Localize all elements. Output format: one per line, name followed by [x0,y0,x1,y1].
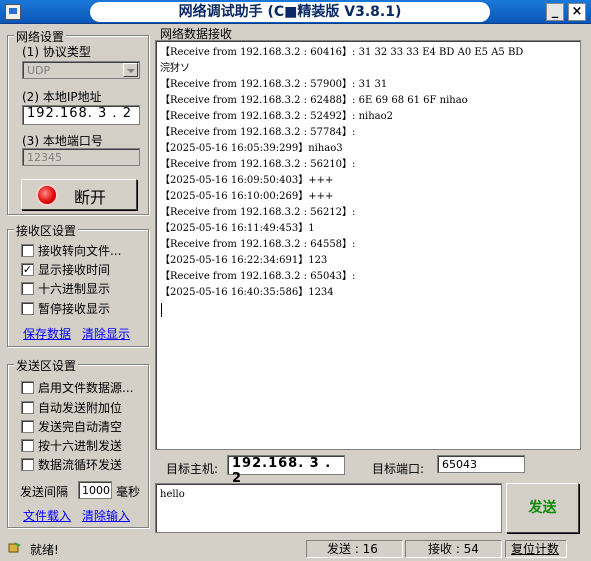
send-text-value: hello [160,489,185,500]
hex-display-checkbox[interactable] [21,282,34,295]
local-ip-input[interactable]: 192.168. 3 . 2 [22,105,140,125]
auto-clear-checkbox[interactable] [21,420,34,433]
receive-line: 【Receive from 192.168.3.2 : 56210】: [160,159,356,170]
protocol-label: (1) 协议类型 [22,45,91,59]
send-textarea[interactable]: hello [155,483,502,533]
receive-line: 【2025-05-16 16:10:00:269】+++ [160,191,334,202]
hex-send-label: 按十六进制发送 [38,439,123,453]
received-count: 接收 : 54 [405,540,502,558]
title-bar: 网络调试助手 (C■精装版 V3.8.1) _ × [0,0,591,24]
receive-line: 【Receive from 192.168.3.2 : 56212】: [160,207,356,218]
target-host-value: 192.168. 3 . 2 [232,456,332,486]
receive-line: 【Receive from 192.168.3.2 : 57784】: [160,127,356,138]
receive-line: 【Receive from 192.168.3.2 : 52492】: niha… [160,111,394,122]
receive-textarea[interactable]: 【Receive from 192.168.3.2 : 60416】: 31 3… [155,40,581,450]
text-caret [161,303,162,317]
show-recv-time-label: 显示接收时间 [38,263,111,277]
protocol-select[interactable]: UDP [22,61,140,79]
local-port-label: (3) 本地端口号 [22,134,103,148]
receive-line: 【Receive from 192.168.3.2 : 57900】: 31 3… [160,79,388,90]
connection-status-icon [38,186,56,204]
receive-lines: 【Receive from 192.168.3.2 : 60416】: 31 3… [156,41,580,301]
disconnect-button[interactable]: 断开 [21,179,137,210]
ready-icon [8,542,21,553]
protocol-value: UDP [27,64,51,77]
local-port-input[interactable]: 12345 [22,148,140,166]
recv-settings-title: 接收区设置 [14,222,79,239]
loop-send-label: 数据流循环发送 [38,458,123,472]
file-source-label: 启用文件数据源... [38,381,134,395]
receive-line: 【Receive from 192.168.3.2 : 60416】: 31 3… [160,47,524,58]
minimize-button[interactable]: _ [546,3,564,21]
receive-line: 【2025-05-16 16:11:49:453】1 [160,223,315,234]
receive-line: 【2025-05-16 16:09:50:403】+++ [160,175,334,186]
hex-display-label: 十六进制显示 [38,282,111,296]
receive-line: 【2025-05-16 16:22:34:691】123 [160,255,328,266]
target-host-input[interactable]: 192.168. 3 . 2 [227,455,345,486]
window-title: 网络调试助手 (C■精装版 V3.8.1) [90,2,490,22]
hex-send-checkbox[interactable] [21,439,34,452]
local-ip-label: (2) 本地IP地址 [22,90,102,104]
clear-input-link[interactable]: 清除输入 [82,507,130,524]
recv-to-file-label: 接收转向文件... [38,244,122,258]
disconnect-label: 断开 [74,188,107,207]
show-recv-time-checkbox[interactable]: ✓ [21,263,34,276]
send-interval-value: 1000 [82,484,110,497]
receive-line: 【Receive from 192.168.3.2 : 65043】: [160,271,356,282]
receive-line: 【Receive from 192.168.3.2 : 62488】: 6E 6… [160,95,468,106]
sent-count: 发送 : 16 [306,540,403,558]
status-bar: 就绪! 发送 : 16 接收 : 54 复位计数 [0,537,591,561]
receive-line: 浣犲ソ [160,63,190,74]
send-interval-label: 发送间隔 [20,485,69,499]
target-host-label: 目标主机: [166,462,219,476]
receive-line: 【2025-05-16 16:05:39:299】nihao3 [160,143,343,154]
save-data-link[interactable]: 保存数据 [23,325,71,342]
pause-recv-checkbox[interactable] [21,302,34,315]
close-button[interactable]: × [568,3,586,21]
send-interval-input[interactable]: 1000 [78,481,112,499]
local-ip-value: 192.168. 3 . 2 [27,106,132,121]
auto-clear-label: 发送完自动清空 [38,420,123,434]
target-port-input[interactable]: 65043 [437,455,525,473]
auto-append-label: 自动发送附加位 [38,401,123,415]
auto-append-checkbox[interactable] [21,401,34,414]
receive-line: 【2025-05-16 16:40:35:586】1234 [160,287,334,298]
local-port-value: 12345 [27,151,62,164]
send-interval-unit: 毫秒 [116,485,141,499]
reset-count-button[interactable]: 复位计数 [505,540,567,558]
load-file-link[interactable]: 文件载入 [23,507,71,524]
loop-send-checkbox[interactable] [21,458,34,471]
receive-line: 【Receive from 192.168.3.2 : 64558】: [160,239,356,250]
recv-to-file-checkbox[interactable] [21,244,34,257]
file-source-checkbox[interactable] [21,381,34,394]
send-settings-title: 发送区设置 [14,357,79,374]
clear-display-link[interactable]: 清除显示 [82,325,130,342]
pause-recv-label: 暂停接收显示 [38,302,111,316]
target-port-label: 目标端口: [372,462,425,476]
status-ready: 就绪! [30,543,59,557]
send-button[interactable]: 发送 [506,483,579,533]
chevron-down-icon [123,63,138,77]
app-icon [5,4,21,20]
target-port-value: 65043 [442,458,477,471]
